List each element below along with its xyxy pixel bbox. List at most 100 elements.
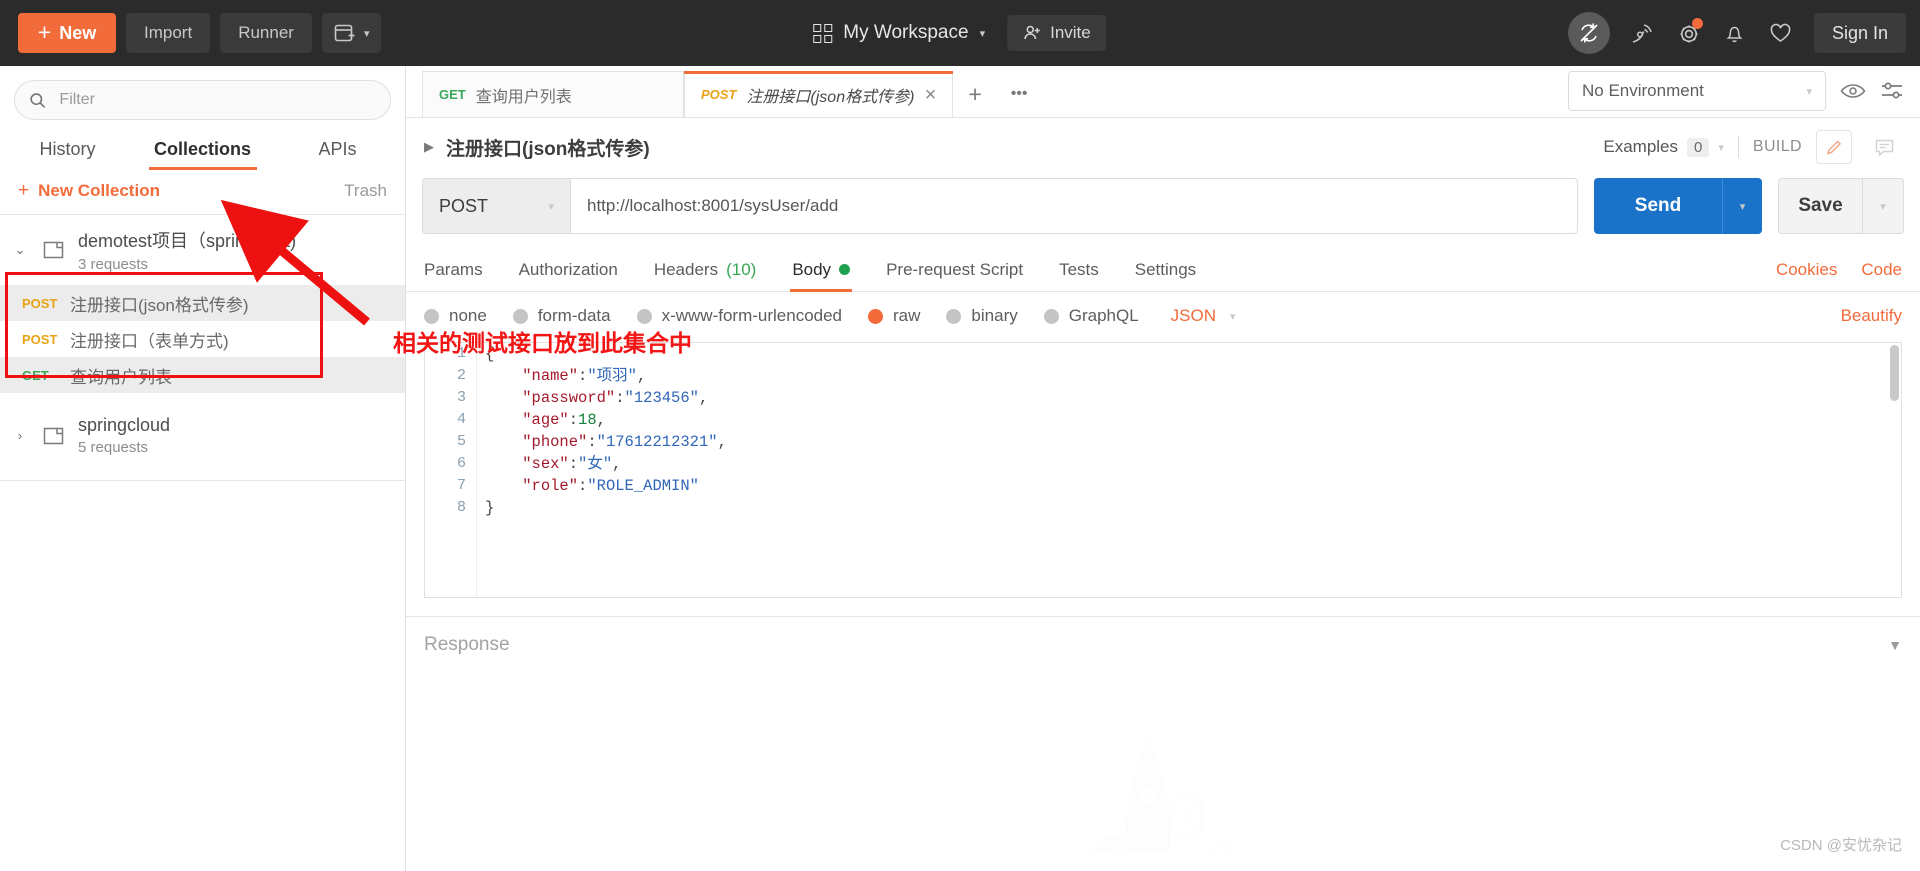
chevron-down-icon[interactable]: ⌄ — [10, 242, 30, 258]
collection-name: springcloud — [78, 415, 171, 435]
editor-gutter: 1 2 3 4 5 6 7 8 — [425, 343, 477, 597]
send-button[interactable]: Send — [1594, 178, 1722, 234]
code-link[interactable]: Code — [1861, 260, 1902, 280]
tab-pre-request-script[interactable]: Pre-request Script — [868, 248, 1041, 292]
body-type-form-data[interactable]: form-data — [512, 306, 611, 326]
import-button[interactable]: Import — [126, 13, 211, 53]
settings-button[interactable] — [1676, 18, 1703, 46]
comment-button[interactable] — [1866, 130, 1902, 164]
edit-button[interactable] — [1816, 130, 1852, 164]
tab-body[interactable]: Body — [774, 248, 868, 292]
import-button-label: Import — [144, 23, 193, 42]
body-type-raw[interactable]: raw — [868, 306, 920, 326]
request-row-register-json[interactable]: POST 注册接口(json格式传参) — [0, 285, 405, 321]
collection-request-count: 3 requests — [78, 256, 149, 273]
workspace-selector[interactable]: My Workspace ▾ — [813, 22, 985, 44]
request-tab-user-list[interactable]: GET 查询用户列表 — [422, 71, 684, 117]
bell-icon — [1726, 26, 1744, 43]
tab-params[interactable]: Params — [424, 248, 501, 292]
new-collection-button[interactable]: + New Collection — [18, 180, 160, 202]
invite-label: Invite — [1050, 23, 1091, 42]
sidebar-tab-history[interactable]: History — [0, 139, 135, 170]
tab-settings[interactable]: Settings — [1117, 248, 1214, 292]
sidebar-tab-collections-label: Collections — [153, 139, 251, 159]
satellite-button[interactable] — [1630, 20, 1656, 46]
sidebar-tab-apis[interactable]: APIs — [270, 139, 405, 170]
line-number: 8 — [456, 499, 466, 516]
chevron-down-icon: ▾ — [1230, 310, 1236, 323]
request-tab-register-json[interactable]: POST 注册接口(json格式传参) × — [684, 71, 954, 117]
sidebar-tab-collections[interactable]: Collections — [135, 139, 270, 170]
main-panel: GET 查询用户列表 POST 注册接口(json格式传参) × + ••• N… — [406, 66, 1920, 871]
radio-icon — [636, 308, 652, 324]
request-name: 注册接口(json格式传参) — [70, 295, 249, 315]
headers-count-badge: (10) — [726, 259, 757, 279]
close-icon[interactable]: × — [924, 85, 936, 105]
line-number: 2 — [456, 367, 466, 384]
save-options-button[interactable]: ▾ — [1862, 178, 1904, 234]
tab-authorization[interactable]: Authorization — [501, 248, 636, 292]
body-status-dot — [839, 264, 851, 275]
eye-icon — [1840, 84, 1866, 98]
response-collapse-button[interactable]: ▼ — [1888, 637, 1902, 653]
favorites-button[interactable] — [1768, 20, 1794, 46]
tab-tests-label: Tests — [1059, 259, 1099, 279]
request-method: GET — [22, 367, 49, 383]
tab-body-label: Body — [792, 259, 832, 279]
raw-format-select[interactable]: JSON ▾ — [1171, 306, 1236, 326]
tab-headers[interactable]: Headers (10) — [636, 248, 775, 292]
grid-icon — [813, 23, 833, 43]
body-editor[interactable]: 1 2 3 4 5 6 7 8 { "name":"项羽", "password… — [424, 342, 1902, 598]
editor-scrollbar-thumb[interactable] — [1890, 345, 1899, 401]
sync-off-button[interactable] — [1567, 12, 1610, 54]
tab-options-button[interactable]: ••• — [997, 71, 1041, 117]
beautify-button[interactable]: Beautify — [1841, 306, 1902, 326]
cookies-link[interactable]: Cookies — [1776, 260, 1837, 280]
new-window-icon — [334, 24, 355, 42]
environment-quick-look-button[interactable] — [1840, 81, 1866, 101]
add-tab-button[interactable]: + — [953, 71, 997, 117]
send-options-button[interactable]: ▾ — [1722, 178, 1762, 234]
chevron-down-icon: ▾ — [1880, 200, 1886, 213]
environment-select[interactable]: No Environment ▾ — [1568, 71, 1826, 111]
runner-button[interactable]: Runner — [220, 13, 312, 53]
collection-row-demotest[interactable]: ⌄ demotest项目（springboot) 3 requests — [0, 215, 405, 285]
new-button[interactable]: + New — [18, 13, 116, 53]
tab-tests[interactable]: Tests — [1041, 248, 1117, 292]
send-label: Send — [1634, 195, 1682, 216]
radio-icon — [946, 308, 962, 324]
signin-button[interactable]: Sign In — [1813, 13, 1906, 53]
comment-icon — [1875, 139, 1893, 157]
body-type-binary-label: binary — [971, 306, 1018, 325]
chevron-right-icon[interactable]: › — [10, 428, 30, 443]
tab-authorization-label: Authorization — [518, 259, 618, 279]
save-button[interactable]: Save — [1778, 178, 1862, 234]
chevron-right-icon[interactable]: ▶ — [424, 139, 434, 155]
request-name: 查询用户列表 — [70, 367, 172, 387]
filter-box[interactable] — [14, 80, 391, 120]
http-method-select[interactable]: POST ▾ — [422, 178, 570, 234]
body-type-urlencoded[interactable]: x-www-form-urlencoded — [636, 306, 842, 326]
tab-method: GET — [439, 87, 466, 102]
tab-settings-label: Settings — [1134, 259, 1197, 279]
collection-texts: demotest项目（springboot) 3 requests — [78, 227, 296, 273]
new-window-button[interactable]: ▾ — [321, 13, 382, 53]
trash-link[interactable]: Trash — [344, 181, 387, 201]
line-number: 3 — [456, 389, 466, 406]
examples-selector[interactable]: Examples 0 ▾ — [1603, 137, 1724, 157]
body-type-binary[interactable]: binary — [946, 306, 1018, 326]
editor-code[interactable]: { "name":"项羽", "password":"123456", "age… — [485, 343, 1887, 519]
collection-row-springcloud[interactable]: › springcloud 5 requests — [0, 403, 405, 468]
collection-texts: springcloud 5 requests — [78, 415, 170, 456]
environment-settings-button[interactable] — [1880, 80, 1904, 102]
filter-input[interactable] — [57, 90, 376, 110]
request-row-register-form[interactable]: POST 注册接口（表单方式) — [0, 321, 405, 357]
folder-icon — [42, 425, 66, 447]
request-row-user-list[interactable]: GET 查询用户列表 — [0, 357, 405, 393]
body-type-graphql[interactable]: GraphQL — [1043, 306, 1139, 326]
plus-icon: + — [37, 18, 52, 45]
notifications-button[interactable] — [1722, 20, 1748, 46]
body-type-none[interactable]: none — [424, 306, 487, 326]
url-input[interactable] — [570, 178, 1578, 234]
invite-button[interactable]: Invite — [1007, 15, 1107, 51]
